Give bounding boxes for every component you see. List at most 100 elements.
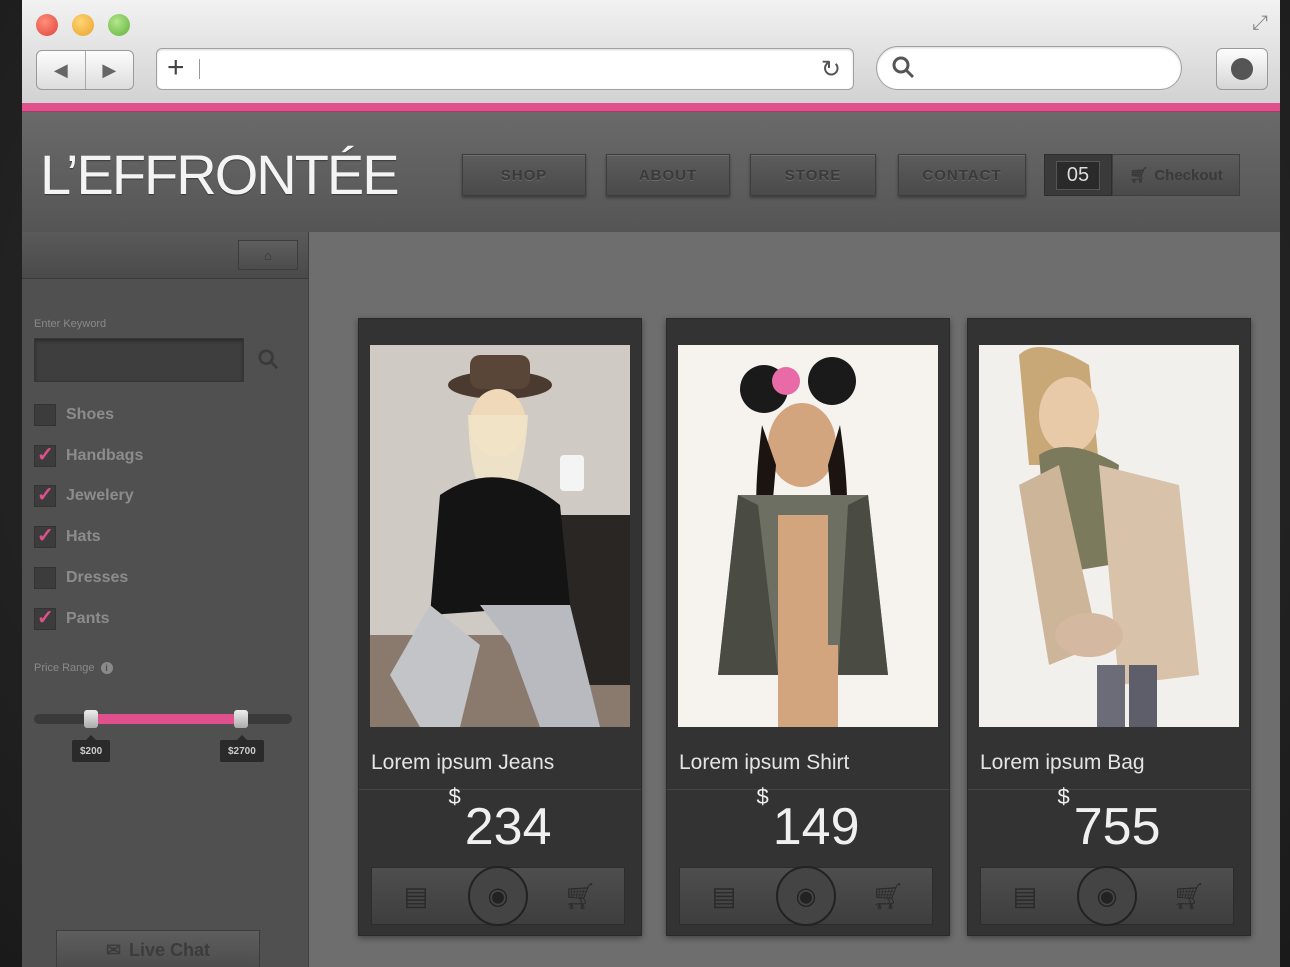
product-actions: ▤ ◉ 🛒︎ bbox=[980, 866, 1234, 926]
currency-symbol: $ bbox=[1057, 783, 1070, 809]
product-price: $149 bbox=[667, 784, 949, 857]
site-header: L’EFFRONTÉE SHOP ABOUT STORE CONTACT 05 … bbox=[22, 112, 1280, 232]
details-button[interactable]: ▤ bbox=[694, 868, 754, 924]
filter-sidebar: ⌂ Enter Keyword Shoes Handbags Jewelery bbox=[22, 232, 309, 967]
product-card[interactable]: Lorem ipsum Shirt $149 ▤ ◉ 🛒︎ bbox=[666, 318, 950, 936]
cart-icon: 🛒︎ bbox=[1172, 880, 1206, 911]
add-to-cart-button[interactable]: 🛒︎ bbox=[858, 868, 918, 924]
accent-stripe bbox=[22, 103, 1280, 112]
minimize-window-button[interactable] bbox=[72, 14, 94, 36]
eye-icon: ◉ bbox=[1096, 882, 1118, 910]
nav-contact[interactable]: CONTACT bbox=[898, 154, 1026, 196]
details-button[interactable]: ▤ bbox=[995, 868, 1055, 924]
back-arrow-icon[interactable]: ◀ bbox=[37, 51, 86, 89]
search-icon bbox=[892, 56, 915, 79]
live-chat-button[interactable]: ✉ Live Chat bbox=[56, 930, 260, 967]
home-button[interactable]: ⌂ bbox=[238, 240, 298, 270]
price-range-label: Price Range i bbox=[34, 662, 113, 674]
price-max-handle[interactable] bbox=[234, 710, 248, 728]
divider bbox=[667, 789, 949, 790]
chat-icon: ✉ bbox=[105, 939, 122, 960]
category-handbags[interactable]: Handbags bbox=[34, 442, 144, 467]
downloads-button[interactable] bbox=[1216, 48, 1268, 90]
category-label: Pants bbox=[66, 610, 110, 627]
category-hats[interactable]: Hats bbox=[34, 523, 101, 548]
product-actions: ▤ ◉ 🛒︎ bbox=[679, 866, 933, 926]
category-pants[interactable]: Pants bbox=[34, 605, 110, 630]
category-label: Jewelery bbox=[66, 487, 134, 504]
price-range-text: Price Range bbox=[34, 662, 95, 674]
product-card[interactable]: Lorem ipsum Bag $755 ▤ ◉ 🛒︎ bbox=[967, 318, 1251, 936]
price-value: 234 bbox=[464, 798, 552, 856]
product-grid: Lorem ipsum Jeans $234 ▤ ◉ 🛒︎ Lorem ipsu… bbox=[309, 232, 1280, 967]
divider bbox=[968, 789, 1250, 790]
checkbox-hats[interactable] bbox=[34, 523, 56, 548]
checkout-button[interactable]: 🛒︎ Checkout bbox=[1112, 154, 1240, 196]
list-icon: ▤ bbox=[403, 880, 429, 911]
cart-icon: 🛒︎ bbox=[563, 880, 597, 911]
category-jewelery[interactable]: Jewelery bbox=[34, 482, 134, 507]
details-button[interactable]: ▤ bbox=[386, 868, 446, 924]
site-logo[interactable]: L’EFFRONTÉE bbox=[40, 142, 400, 207]
checkbox-handbags[interactable] bbox=[34, 442, 56, 467]
nav-store[interactable]: STORE bbox=[750, 154, 876, 196]
product-photo-bag[interactable] bbox=[979, 345, 1239, 727]
search-icon bbox=[258, 349, 279, 370]
cart-icon: 🛒︎ bbox=[1129, 167, 1149, 184]
nav-about[interactable]: ABOUT bbox=[606, 154, 730, 196]
add-to-cart-button[interactable]: 🛒︎ bbox=[1159, 868, 1219, 924]
address-bar[interactable]: + ↻ bbox=[156, 48, 854, 90]
product-price: $234 bbox=[359, 784, 641, 857]
cart-icon: 🛒︎ bbox=[871, 880, 905, 911]
reload-icon[interactable]: ↻ bbox=[821, 55, 841, 84]
close-window-button[interactable] bbox=[36, 14, 58, 36]
category-label: Shoes bbox=[66, 406, 115, 423]
info-icon[interactable]: i bbox=[100, 662, 113, 674]
price-max-tag: $2700 bbox=[220, 735, 264, 762]
nav-shop[interactable]: SHOP bbox=[462, 154, 586, 196]
product-photo-shirt[interactable] bbox=[678, 345, 938, 727]
currency-symbol: $ bbox=[756, 783, 769, 809]
category-label: Dresses bbox=[66, 569, 129, 586]
price-value: 149 bbox=[772, 798, 860, 856]
text-caret bbox=[199, 59, 200, 79]
product-actions: ▤ ◉ 🛒︎ bbox=[371, 866, 625, 926]
checkout-label: Checkout bbox=[1154, 166, 1223, 184]
product-name[interactable]: Lorem ipsum Shirt bbox=[679, 751, 849, 775]
category-label: Hats bbox=[66, 528, 101, 545]
cart-count-badge[interactable]: 05 bbox=[1044, 154, 1112, 196]
product-card[interactable]: Lorem ipsum Jeans $234 ▤ ◉ 🛒︎ bbox=[358, 318, 642, 936]
product-name[interactable]: Lorem ipsum Bag bbox=[980, 751, 1145, 775]
product-name[interactable]: Lorem ipsum Jeans bbox=[371, 751, 554, 775]
keyword-search-button[interactable] bbox=[246, 338, 290, 380]
fullscreen-icon[interactable]: ⤢ bbox=[1252, 12, 1268, 35]
price-slider-track[interactable] bbox=[34, 714, 292, 724]
eye-icon: ◉ bbox=[487, 882, 509, 910]
checkbox-dresses[interactable] bbox=[34, 567, 56, 589]
add-bookmark-icon[interactable]: + bbox=[167, 51, 185, 85]
checkbox-shoes[interactable] bbox=[34, 404, 56, 426]
browser-window: ⤢ ◀ ▶ + ↻ L’EFFRONTÉE SHOP ABOUT STORE C… bbox=[22, 0, 1280, 967]
category-dresses[interactable]: Dresses bbox=[34, 567, 128, 589]
category-label: Handbags bbox=[66, 447, 144, 464]
zoom-window-button[interactable] bbox=[108, 14, 130, 36]
browser-search-field[interactable] bbox=[876, 46, 1182, 90]
keyword-label: Enter Keyword bbox=[34, 318, 107, 330]
home-icon: ⌂ bbox=[264, 247, 272, 263]
live-chat-label: Live Chat bbox=[129, 939, 211, 960]
add-to-cart-button[interactable]: 🛒︎ bbox=[550, 868, 610, 924]
category-shoes[interactable]: Shoes bbox=[34, 404, 114, 426]
product-photo-jeans[interactable] bbox=[370, 345, 630, 727]
price-min-handle[interactable] bbox=[84, 710, 98, 728]
list-icon: ▤ bbox=[1012, 880, 1038, 911]
quick-view-button[interactable]: ◉ bbox=[776, 866, 836, 926]
quick-view-button[interactable]: ◉ bbox=[468, 866, 528, 926]
eye-icon: ◉ bbox=[795, 882, 817, 910]
cart-count: 05 bbox=[1055, 160, 1101, 190]
keyword-input[interactable] bbox=[34, 338, 244, 382]
price-slider-fill bbox=[92, 714, 242, 724]
checkbox-jewelery[interactable] bbox=[34, 482, 56, 507]
quick-view-button[interactable]: ◉ bbox=[1077, 866, 1137, 926]
forward-arrow-icon[interactable]: ▶ bbox=[86, 51, 134, 89]
checkbox-pants[interactable] bbox=[34, 605, 56, 630]
